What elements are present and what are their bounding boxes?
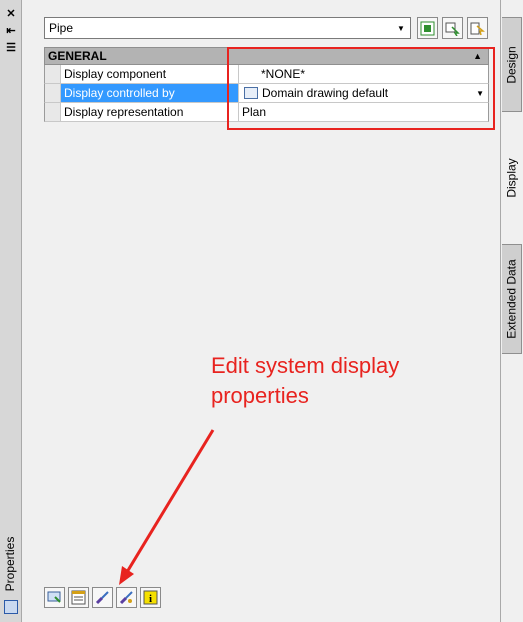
annotation-line-1: Edit system display	[211, 353, 400, 378]
display-properties-button[interactable]	[68, 587, 89, 608]
annotation-text: Edit system display properties	[211, 351, 451, 411]
close-icon[interactable]: ✕	[4, 6, 18, 20]
properties-menu-icon[interactable]: ☰	[4, 40, 18, 54]
select-display-icon	[47, 591, 61, 603]
palette-title-strip: ✕ ⇤ ☰ Properties	[0, 0, 22, 622]
edit-display-brush-button[interactable]	[92, 587, 113, 608]
svg-text:i: i	[149, 593, 152, 605]
quick-select-button[interactable]	[417, 17, 438, 39]
annotation-line-2: properties	[211, 383, 309, 408]
property-name: Display controlled by	[61, 84, 239, 102]
display-properties-icon	[71, 590, 86, 605]
display-set-icon	[244, 87, 258, 99]
property-name: Display component	[61, 65, 239, 83]
toggle-pickadd-button[interactable]	[467, 17, 488, 39]
tab-extended-data[interactable]: Extended Data	[502, 244, 522, 354]
section-header-general[interactable]: GENERAL ▲	[44, 47, 489, 65]
tab-label: Display	[504, 158, 519, 198]
select-objects-button[interactable]	[442, 17, 463, 39]
select-display-button[interactable]	[44, 587, 65, 608]
object-type-value: Pipe	[49, 21, 74, 35]
tab-display[interactable]: Display	[502, 112, 522, 244]
property-row-display-controlled-by[interactable]: Display controlled by Domain drawing def…	[44, 84, 489, 103]
chevron-down-icon[interactable]: ▼	[394, 20, 408, 36]
collapse-icon[interactable]: ▲	[473, 51, 482, 61]
palette-icon	[4, 600, 18, 614]
object-type-select[interactable]: Pipe ▼	[44, 17, 411, 39]
property-row-display-component[interactable]: Display component *NONE*	[44, 65, 489, 84]
property-value-select[interactable]: Domain drawing default ▼	[239, 84, 488, 102]
properties-panel: Pipe ▼ GENERAL ▲ Display component *NONE…	[22, 0, 501, 622]
property-grid: GENERAL ▲ Display component *NONE* Displ…	[44, 47, 489, 122]
property-value: Domain drawing default	[262, 86, 389, 100]
property-value[interactable]: *NONE*	[239, 65, 488, 83]
chevron-down-icon[interactable]: ▼	[476, 89, 484, 98]
property-value[interactable]: Plan	[239, 103, 488, 121]
edit-system-display-button[interactable]	[116, 587, 137, 608]
edit-system-display-icon	[119, 591, 133, 605]
info-button[interactable]: i	[140, 587, 161, 608]
select-objects-icon	[445, 22, 460, 36]
info-icon: i	[143, 590, 158, 605]
palette-title: Properties	[3, 536, 17, 592]
tab-label: Design	[504, 45, 519, 84]
property-name: Display representation	[61, 103, 239, 121]
section-title: GENERAL	[48, 49, 107, 63]
toggle-pickadd-icon	[470, 22, 485, 35]
tab-design[interactable]: Design	[502, 17, 522, 112]
quick-select-icon	[420, 21, 435, 35]
tab-strip: Design Display Extended Data	[501, 0, 523, 622]
property-row-display-representation[interactable]: Display representation Plan	[44, 103, 489, 122]
tab-label: Extended Data	[504, 259, 519, 339]
edit-display-brush-icon	[95, 591, 109, 605]
auto-hide-icon[interactable]: ⇤	[4, 23, 18, 37]
